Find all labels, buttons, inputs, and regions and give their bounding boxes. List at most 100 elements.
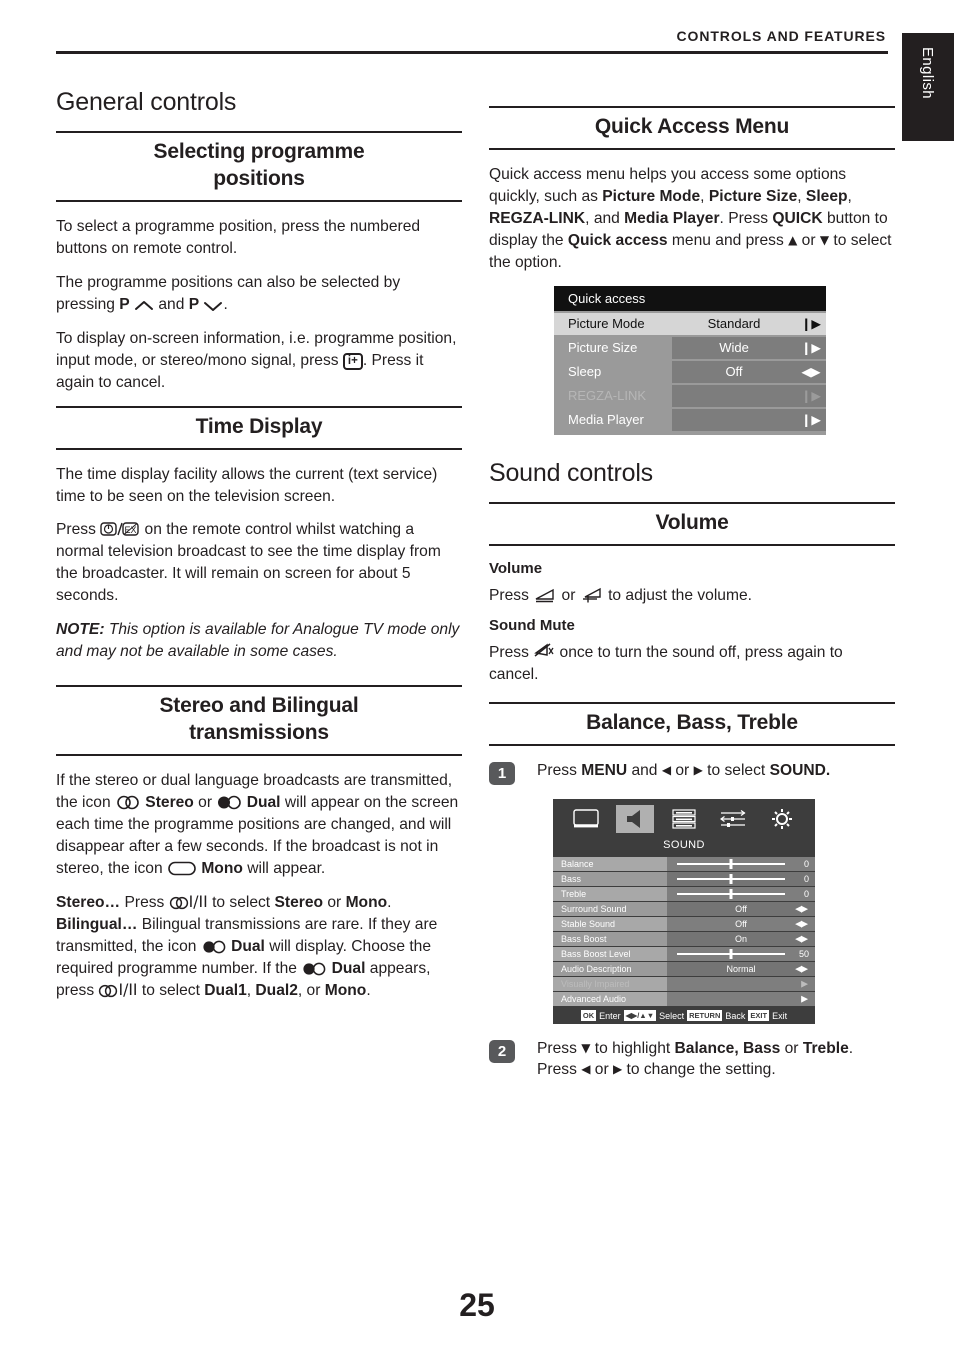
text-run: Press: [537, 761, 582, 779]
quick-access-row-picture-mode[interactable]: Picture Mode Standard ❙▶: [554, 312, 826, 335]
heading-balance-bass-treble: Balance, Bass, Treble: [489, 701, 895, 746]
heading-line-2: positions: [213, 166, 305, 190]
key-p-up: P: [119, 295, 130, 313]
step-1-text: Press MENU and ◀ or ▶ to select SOUND.: [537, 760, 830, 782]
page-title: CONTROLS AND FEATURES: [676, 28, 886, 44]
row-label: Visually Impaired: [553, 976, 667, 991]
osd-row-bass-boost[interactable]: Bass Boost On ◀▶: [553, 931, 815, 946]
features-icon[interactable]: [665, 805, 703, 833]
note-label: NOTE:: [56, 621, 105, 639]
arrow-right-icon: ▶: [693, 762, 703, 777]
paragraph-stereo-bilingual-detail: Stereo… Press I/II to select Stereo or M…: [56, 892, 462, 1002]
arrow-left-right-icon[interactable]: ◀▶: [795, 903, 808, 914]
text-run: or: [193, 794, 217, 812]
osd-row-audio-description[interactable]: Audio Description Normal ◀▶: [553, 961, 815, 976]
volume-up-icon: [582, 587, 601, 603]
row-control[interactable]: On ◀▶: [667, 931, 815, 946]
arrow-left-right-icon[interactable]: ◀▶: [795, 963, 808, 974]
osd-row-advanced-audio[interactable]: Advanced Audio ▶: [553, 991, 815, 1006]
i-ii-key-label: I/II: [118, 981, 138, 999]
nav-key-text: Select: [659, 1010, 685, 1021]
heading-text: Balance, Bass, Treble: [586, 710, 798, 734]
arrow-right-icon[interactable]: ❙▶: [796, 312, 826, 335]
slider-track[interactable]: [673, 873, 789, 884]
subheading-volume: Volume: [489, 559, 543, 577]
quick-access-row-sleep[interactable]: Sleep Off ◀▶: [554, 360, 826, 383]
slider-track[interactable]: [673, 948, 789, 959]
osd-row-treble[interactable]: Treble 0: [553, 886, 815, 901]
text-run: .: [387, 894, 392, 912]
return-key-text: Back: [725, 1010, 746, 1021]
arrow-left-right-icon[interactable]: ◀▶: [795, 918, 808, 929]
text-run: Press: [56, 521, 101, 539]
step-2-badge: 2: [489, 1039, 515, 1063]
slider-value: 0: [803, 873, 809, 884]
stereo-icon: [99, 984, 118, 998]
label-sound: SOUND.: [769, 761, 831, 779]
setup-icon[interactable]: [714, 805, 752, 833]
row-control[interactable]: ▶: [667, 991, 815, 1006]
stereo-icon: [117, 795, 139, 810]
slider-value: 0: [803, 858, 809, 869]
time-text-key-icon: EX: [100, 522, 139, 537]
heading-selecting-programme-positions: Selecting programme positions: [56, 131, 462, 202]
arrow-up-icon: ▲: [788, 232, 798, 247]
quick-access-row-media-player[interactable]: Media Player ❙▶: [554, 408, 826, 431]
row-control[interactable]: 0: [667, 871, 815, 886]
label-regza-link: REGZA-LINK: [489, 209, 586, 227]
row-control[interactable]: Off ◀▶: [667, 901, 815, 916]
nav-key-icon: ◀▶/▲▼: [623, 1010, 657, 1021]
row-control[interactable]: Off ◀▶: [667, 916, 815, 931]
row-control[interactable]: 50: [667, 946, 815, 961]
page-header: CONTROLS AND FEATURES: [56, 28, 888, 54]
step-1: 1 Press MENU and ◀ or ▶ to select SOUND.: [489, 760, 895, 785]
osd-row-bass-boost-level[interactable]: Bass Boost Level 50: [553, 946, 815, 961]
chevron-down-icon: [204, 301, 223, 311]
row-control[interactable]: Normal ◀▶: [667, 961, 815, 976]
label-sleep: Sleep: [805, 187, 848, 205]
text-run: menu and press: [667, 231, 789, 249]
right-column: Quick Access Menu Quick access menu help…: [489, 88, 895, 1093]
preferences-icon[interactable]: [763, 805, 801, 833]
label-menu-key: MENU: [581, 761, 628, 779]
slider-track[interactable]: [673, 858, 789, 869]
row-label: Bass Boost: [553, 931, 667, 946]
quick-access-row-picture-size[interactable]: Picture Size Wide ❙▶: [554, 336, 826, 359]
text-run: to adjust the volume.: [603, 586, 752, 604]
row-value: [672, 408, 796, 431]
label-dual2: Dual2: [255, 982, 298, 999]
paragraph-volume: Press or to adjust the volume.: [489, 585, 895, 607]
label-stereo: Stereo: [274, 894, 324, 912]
row-label: Bass Boost Level: [553, 946, 667, 961]
stereo-icon: [169, 896, 188, 910]
heading-line-1: Selecting programme: [153, 140, 365, 163]
row-control[interactable]: 0: [667, 856, 815, 871]
row-control[interactable]: 0: [667, 886, 815, 901]
heading-text: Time Display: [195, 414, 323, 438]
arrow-right-icon[interactable]: ▶: [801, 993, 808, 1004]
text-run: to highlight: [590, 1039, 675, 1057]
left-column: General controls Selecting programme pos…: [56, 88, 462, 1014]
label-stereo: Stereo: [145, 794, 194, 812]
text-run: or: [671, 761, 694, 779]
picture-icon[interactable]: [567, 805, 605, 833]
arrow-right-icon[interactable]: ❙▶: [796, 336, 826, 359]
slider-track[interactable]: [673, 888, 789, 899]
osd-row-stable-sound[interactable]: Stable Sound Off ◀▶: [553, 916, 815, 931]
dual-icon: [203, 940, 226, 954]
osd-row-surround-sound[interactable]: Surround Sound Off ◀▶: [553, 901, 815, 916]
arrow-right-icon[interactable]: ❙▶: [796, 408, 826, 431]
arrow-left-icon: ◀: [661, 762, 672, 777]
paragraph-sound-mute: Press once to turn the sound off, press …: [489, 642, 895, 686]
osd-row-bass[interactable]: Bass 0: [553, 871, 815, 886]
sound-icon[interactable]: [615, 804, 654, 833]
row-value: Off: [672, 360, 796, 383]
osd-row-balance[interactable]: Balance 0: [553, 856, 815, 871]
arrow-left-right-icon[interactable]: ◀▶: [795, 933, 808, 944]
arrow-left-right-icon[interactable]: ◀▶: [796, 360, 826, 383]
ok-key-text: Enter: [599, 1010, 621, 1021]
row-label: REGZA-LINK: [554, 384, 672, 407]
text-run: or: [780, 1039, 803, 1057]
label-picture-size: Picture Size: [708, 187, 798, 205]
sound-osd: SOUND Balance 0 Bass 0 Treble 0 Surround…: [553, 798, 815, 1024]
